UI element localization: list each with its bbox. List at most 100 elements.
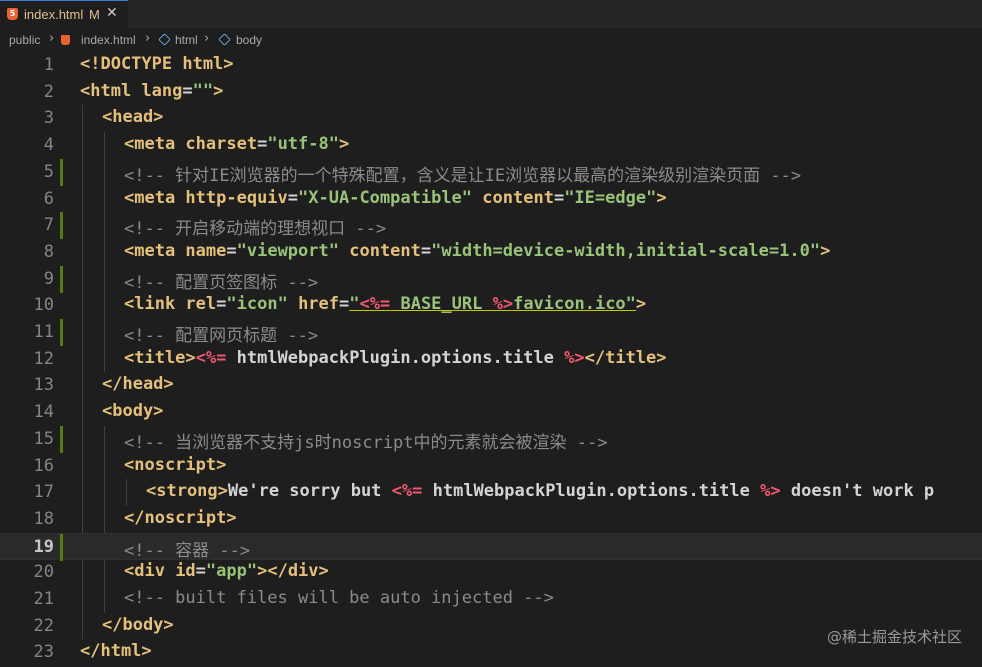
code-line[interactable]: 17 <strong>We're sorry but <%= htmlWebpac… bbox=[0, 479, 982, 506]
line-number: 17 bbox=[33, 482, 54, 503]
code-token: = bbox=[195, 561, 206, 582]
code-line[interactable]: 2 <html lang=""> bbox=[0, 79, 982, 106]
code-token: <!-- 开启移动端的理想视口 --> bbox=[124, 219, 387, 240]
line-number: 9 bbox=[43, 268, 54, 289]
code-token: <strong> bbox=[146, 481, 228, 502]
code-token: = bbox=[339, 294, 350, 315]
code-token: <body> bbox=[102, 401, 164, 422]
code-line[interactable]: 13 </head> bbox=[0, 372, 982, 399]
code-text: <body> bbox=[102, 401, 163, 421]
modified-gutter-marker bbox=[60, 158, 63, 186]
code-token: charset bbox=[185, 134, 258, 155]
code-token: <meta bbox=[124, 240, 186, 261]
breadcrumb: public › index.html › html › body bbox=[0, 30, 982, 52]
line-number: 4 bbox=[43, 135, 54, 156]
code-token: name bbox=[185, 240, 227, 261]
code-token: " bbox=[349, 294, 360, 315]
symbol-element-icon bbox=[158, 33, 171, 46]
code-token: <link bbox=[124, 294, 186, 315]
line-number: 16 bbox=[33, 455, 54, 476]
line-number: 13 bbox=[33, 375, 54, 396]
line-number: 12 bbox=[33, 348, 54, 369]
code-line[interactable]: 6 <meta http-equiv="X-UA-Compatible" cont… bbox=[0, 186, 982, 213]
code-token: BASE_URL bbox=[390, 294, 493, 315]
code-token: </title> bbox=[584, 347, 667, 368]
code-line[interactable]: 14 <body> bbox=[0, 399, 982, 426]
modified-indicator: M bbox=[89, 7, 100, 22]
code-token: <div bbox=[124, 561, 176, 582]
code-token: "" bbox=[192, 80, 214, 101]
code-text: </noscript> bbox=[124, 508, 237, 528]
code-token: <meta bbox=[124, 187, 186, 208]
code-token: = bbox=[226, 240, 237, 261]
code-token: <!-- 容器 --> bbox=[124, 540, 251, 561]
line-number: 8 bbox=[43, 241, 54, 262]
code-line[interactable]: 9 <!-- 配置页签图标 --> bbox=[0, 265, 982, 293]
code-editor[interactable]: 1 <!DOCTYPE html> 2 <html lang=""> 3 <head> 4 <… bbox=[0, 52, 982, 667]
breadcrumb-folder[interactable]: public bbox=[9, 33, 40, 47]
code-token: doesn't work p bbox=[780, 481, 935, 502]
code-token: <%= bbox=[359, 294, 391, 315]
breadcrumb-file[interactable]: index.html bbox=[81, 33, 136, 47]
code-line[interactable]: 1 <!DOCTYPE html> bbox=[0, 52, 982, 79]
line-number: 22 bbox=[33, 615, 54, 636]
code-line[interactable]: 12 <title><%= htmlWebpackPlugin.options.t… bbox=[0, 346, 982, 373]
code-line[interactable]: 7 <!-- 开启移动端的理想视口 --> bbox=[0, 212, 982, 240]
code-token: htmlWebpackPlugin.options.title bbox=[422, 481, 761, 502]
code-line[interactable]: 8 <meta name="viewport" content="width=de… bbox=[0, 239, 982, 266]
chevron-right-icon: › bbox=[49, 31, 55, 46]
line-number: 20 bbox=[33, 562, 54, 583]
code-token: <!-- 当浏览器不支持js时noscript中的元素就会被渲染 --> bbox=[124, 432, 608, 453]
code-line[interactable]: 20 <div id="app"></div> bbox=[0, 559, 982, 586]
code-text: <!-- 当浏览器不支持js时noscript中的元素就会被渲染 --> bbox=[124, 428, 607, 453]
close-icon[interactable]: ✕ bbox=[106, 5, 118, 21]
code-line[interactable]: 4 <meta charset="utf-8"> bbox=[0, 132, 982, 159]
code-text: <link rel="icon" href="<%= BASE_URL %>fa… bbox=[124, 294, 646, 314]
code-token: = bbox=[182, 80, 193, 101]
code-text: <title><%= htmlWebpackPlugin.options.tit… bbox=[124, 348, 667, 368]
code-token: content bbox=[349, 240, 421, 261]
code-line[interactable]: 10 <link rel="icon" href="<%= BASE_URL %>… bbox=[0, 292, 982, 319]
chevron-right-icon: › bbox=[204, 31, 210, 46]
code-text: <!-- 容器 --> bbox=[124, 536, 250, 561]
code-line[interactable]: 21 <!-- built files will be auto injected… bbox=[0, 586, 982, 613]
line-number: 18 bbox=[33, 508, 54, 529]
code-text: <noscript> bbox=[124, 455, 226, 475]
code-token: <html bbox=[80, 80, 142, 101]
code-token: = bbox=[287, 187, 299, 208]
tab-filename: index.html bbox=[24, 7, 84, 22]
code-line[interactable]: 3 <head> bbox=[0, 105, 982, 132]
code-token: rel bbox=[185, 294, 217, 315]
line-number: 19 bbox=[33, 536, 54, 557]
code-text: </head> bbox=[102, 374, 174, 394]
line-number: 11 bbox=[33, 322, 54, 342]
code-text: <!-- 配置网页标题 --> bbox=[124, 321, 318, 346]
code-token: </html> bbox=[80, 641, 152, 662]
code-line[interactable]: 5 <!-- 针对IE浏览器的一个特殊配置，含义是让IE浏览器以最高的渲染级别渲染… bbox=[0, 158, 982, 186]
line-number: 3 bbox=[43, 108, 54, 129]
code-token: href bbox=[298, 294, 340, 315]
line-number: 5 bbox=[43, 161, 54, 182]
modified-gutter-marker bbox=[60, 533, 63, 561]
code-text: <meta http-equiv="X-UA-Compatible" conte… bbox=[124, 188, 667, 208]
code-line[interactable]: 11 <!-- 配置网页标题 --> bbox=[0, 319, 982, 346]
code-line[interactable]: 18 </noscript> bbox=[0, 506, 982, 533]
code-text: <meta name="viewport" content="width=dev… bbox=[124, 241, 830, 261]
breadcrumb-tag-html[interactable]: html bbox=[175, 33, 198, 47]
line-number: 21 bbox=[33, 589, 54, 609]
code-line[interactable]: 16 <noscript> bbox=[0, 453, 982, 480]
code-line[interactable]: 15 <!-- 当浏览器不支持js时noscript中的元素就会被渲染 --> bbox=[0, 425, 982, 453]
line-number: 2 bbox=[43, 81, 54, 102]
code-token: "utf-8" bbox=[267, 134, 339, 155]
code-token: "viewport" bbox=[236, 240, 339, 261]
code-text: <!-- 开启移动端的理想视口 --> bbox=[124, 214, 386, 239]
code-token: > bbox=[635, 294, 647, 315]
breadcrumb-tag-body[interactable]: body bbox=[236, 33, 262, 47]
code-token: <%= bbox=[391, 481, 423, 502]
tab-index-html[interactable]: 5 index.html M ✕ bbox=[0, 0, 128, 28]
code-text: <!DOCTYPE html> bbox=[80, 54, 234, 74]
code-text: <head> bbox=[102, 107, 163, 127]
code-line[interactable]: 19 <!-- 容器 --> bbox=[0, 532, 982, 561]
code-token: <!DOCTYPE html> bbox=[80, 54, 234, 74]
